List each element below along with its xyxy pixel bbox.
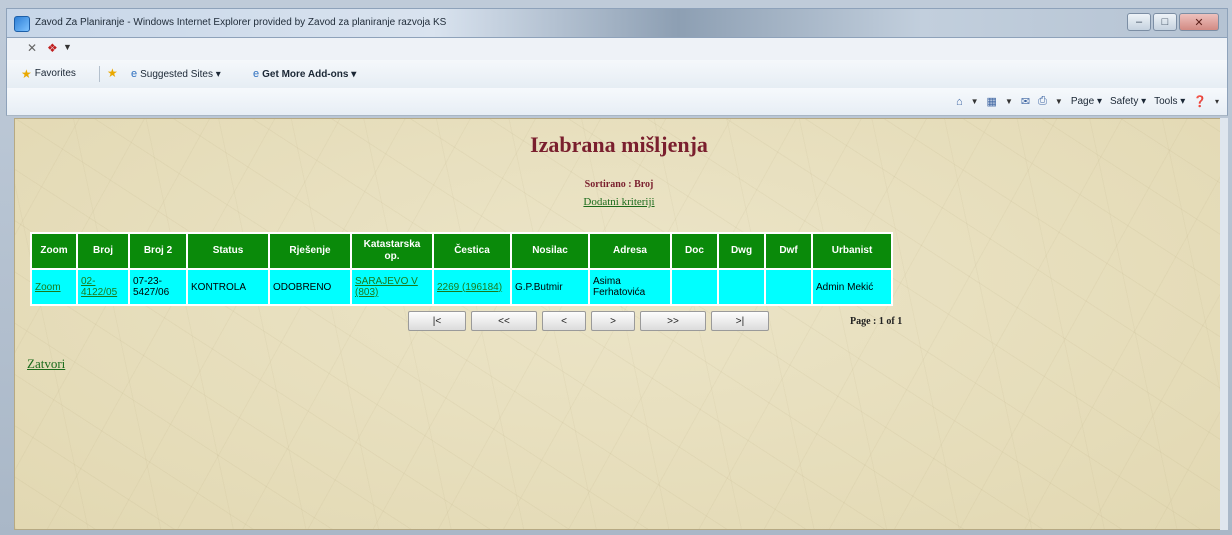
extra-criteria-link[interactable]: Dodatni kriteriji xyxy=(15,196,1221,208)
minimize-button[interactable]: – xyxy=(1127,13,1151,31)
adresa-cell: Asima Ferhatovića xyxy=(590,270,670,304)
column-header-cestica[interactable]: Čestica xyxy=(434,234,510,268)
page-menu[interactable]: Page ▾ xyxy=(1071,96,1102,107)
previous-page-button[interactable]: < xyxy=(542,311,586,331)
divider xyxy=(99,66,100,82)
column-header-broj[interactable]: Broj xyxy=(78,234,128,268)
mail-icon[interactable]: ✉ xyxy=(1021,95,1030,108)
window-title: Zavod Za Planiranje - Windows Internet E… xyxy=(35,17,447,28)
chevron-down-icon[interactable]: ▼ xyxy=(63,42,72,52)
title-bar: Zavod Za Planiranje - Windows Internet E… xyxy=(6,8,1228,38)
zoom-cell: Zoom xyxy=(32,270,76,304)
broj-link[interactable]: 02-4122/05 xyxy=(81,276,117,298)
column-header-rjesenje[interactable]: Rješenje xyxy=(270,234,350,268)
page-content: Izabrana mišljenja Sortirano : Broj Doda… xyxy=(14,118,1222,530)
chevron-down-icon[interactable]: ▼ xyxy=(971,97,979,106)
stop-icon[interactable]: ✕ xyxy=(27,41,37,55)
feeds-icon[interactable]: ▦ xyxy=(987,95,997,108)
dwf-cell xyxy=(766,270,811,304)
first-page-button[interactable]: |< xyxy=(408,311,466,331)
status-cell: KONTROLA xyxy=(188,270,268,304)
favorites-bar: ★ Favorites ★ e Suggested Sites ▾ e Get … xyxy=(6,60,1228,88)
next-block-button[interactable]: >> xyxy=(640,311,706,331)
window-controls: – □ ✕ xyxy=(1127,13,1219,33)
chevron-down-icon[interactable]: ▼ xyxy=(1055,97,1063,106)
star-icon: ★ xyxy=(21,66,32,81)
column-header-broj2[interactable]: Broj 2 xyxy=(130,234,186,268)
chevron-down-icon[interactable]: ▼ xyxy=(1005,97,1013,106)
print-icon[interactable]: ⎙ xyxy=(1038,95,1047,108)
cestica-link[interactable]: 2269 (196184) xyxy=(437,282,502,293)
suggested-sites-label: Suggested Sites ▾ xyxy=(140,68,221,80)
page-indicator: Page : 1 of 1 xyxy=(850,316,903,327)
column-header-adresa[interactable]: Adresa xyxy=(590,234,670,268)
results-table: Zoom Broj Broj 2 Status Rješenje Katasta… xyxy=(30,232,893,306)
column-header-katastarska[interactable]: Katastarska op. xyxy=(352,234,432,268)
broj2-cell: 07-23-5427/06 xyxy=(130,270,186,304)
column-header-doc[interactable]: Doc xyxy=(672,234,717,268)
broj-cell: 02-4122/05 xyxy=(78,270,128,304)
favorites-label: Favorites xyxy=(34,68,76,79)
address-row: ✕ ❖ ▼ xyxy=(6,38,1228,60)
safety-menu[interactable]: Safety ▾ xyxy=(1110,96,1146,107)
dwg-cell xyxy=(719,270,764,304)
favorites-button[interactable]: ★ Favorites xyxy=(21,66,76,81)
command-bar-tools: ⌂ ▼ ▦ ▼ ✉ ⎙ ▼ Page ▾ Safety ▾ Tools ▾ ❓ ▾ xyxy=(956,95,1219,108)
column-header-urbanist[interactable]: Urbanist xyxy=(813,234,891,268)
home-icon[interactable]: ⌂ xyxy=(956,96,963,108)
feeds-icon[interactable]: ❖ xyxy=(47,41,58,55)
table-header-row: Zoom Broj Broj 2 Status Rješenje Katasta… xyxy=(32,234,891,268)
column-header-nosilac[interactable]: Nosilac xyxy=(512,234,588,268)
get-more-addons-label: Get More Add-ons ▾ xyxy=(262,68,357,80)
nosilac-cell: G.P.Butmir xyxy=(512,270,588,304)
suggested-sites-button[interactable]: e Suggested Sites ▾ xyxy=(131,68,221,80)
browser-window: Zavod Za Planiranje - Windows Internet E… xyxy=(0,0,1232,535)
add-favorite-star-icon: ★ xyxy=(107,66,118,80)
pagination: |< << < > >> >| xyxy=(408,311,769,331)
next-page-button[interactable]: > xyxy=(591,311,635,331)
column-header-dwg[interactable]: Dwg xyxy=(719,234,764,268)
ie-page-icon: e xyxy=(131,68,138,80)
vertical-scrollbar[interactable] xyxy=(1220,118,1228,530)
get-more-addons-button[interactable]: e Get More Add-ons ▾ xyxy=(253,68,356,80)
katastarska-link[interactable]: SARAJEVO V (803) xyxy=(355,276,418,298)
ie-page-icon: e xyxy=(253,68,260,80)
help-icon[interactable]: ❓ xyxy=(1193,95,1207,108)
page-title: Izabrana mišljenja xyxy=(530,132,708,157)
rjesenje-cell: ODOBRENO xyxy=(270,270,350,304)
urbanist-cell: Admin Mekić xyxy=(813,270,891,304)
doc-cell xyxy=(672,270,717,304)
internet-explorer-icon xyxy=(14,16,30,32)
close-link[interactable]: Zatvori xyxy=(27,356,65,372)
previous-block-button[interactable]: << xyxy=(471,311,537,331)
column-header-zoom[interactable]: Zoom xyxy=(32,234,76,268)
cestica-cell: 2269 (196184) xyxy=(434,270,510,304)
tools-menu[interactable]: Tools ▾ xyxy=(1154,96,1185,107)
maximize-button[interactable]: □ xyxy=(1153,13,1177,31)
katastarska-cell: SARAJEVO V (803) xyxy=(352,270,432,304)
column-header-dwf[interactable]: Dwf xyxy=(766,234,811,268)
zoom-link[interactable]: Zoom xyxy=(35,282,61,293)
add-to-favorites-button[interactable]: ★ xyxy=(107,66,118,80)
table-row: Zoom 02-4122/05 07-23-5427/06 KONTROLA O… xyxy=(32,270,891,304)
close-window-button[interactable]: ✕ xyxy=(1179,13,1219,31)
command-bar: ⌂ ▼ ▦ ▼ ✉ ⎙ ▼ Page ▾ Safety ▾ Tools ▾ ❓ ▾ xyxy=(6,88,1228,116)
column-header-status[interactable]: Status xyxy=(188,234,268,268)
help-menu-caret[interactable]: ▾ xyxy=(1215,97,1219,106)
last-page-button[interactable]: >| xyxy=(711,311,769,331)
sort-indicator: Sortirano : Broj xyxy=(584,179,654,190)
